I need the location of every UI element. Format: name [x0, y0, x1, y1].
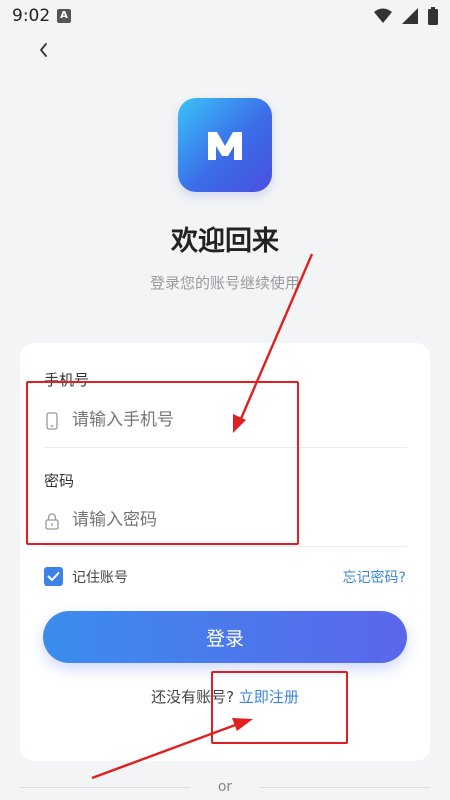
remember-label[interactable]: 记住账号	[72, 567, 128, 587]
check-icon	[47, 572, 60, 581]
or-text: or	[217, 779, 233, 795]
logo-m-icon	[208, 128, 242, 160]
login-button[interactable]: 登录	[43, 611, 407, 663]
signal-icon	[402, 8, 418, 24]
back-arrow-icon[interactable]	[34, 40, 54, 60]
remember-checkbox[interactable]	[44, 567, 63, 586]
annotation-box-register	[211, 671, 348, 744]
status-bar: 9:02 A	[0, 0, 450, 32]
app-logo	[178, 98, 272, 192]
annotation-box-inputs	[26, 381, 299, 545]
status-icons	[374, 7, 438, 25]
wifi-icon	[374, 8, 392, 23]
battery-icon	[428, 7, 438, 25]
page-subtitle: 登录您的账号继续使用	[149, 274, 300, 292]
page-title: 欢迎回来	[171, 226, 279, 257]
password-divider	[44, 546, 407, 547]
forgot-password-link[interactable]: 忘记密码?	[343, 567, 406, 587]
status-time: 9:02	[12, 6, 51, 26]
or-separator: or	[0, 776, 450, 800]
notification-a-icon: A	[57, 9, 71, 23]
